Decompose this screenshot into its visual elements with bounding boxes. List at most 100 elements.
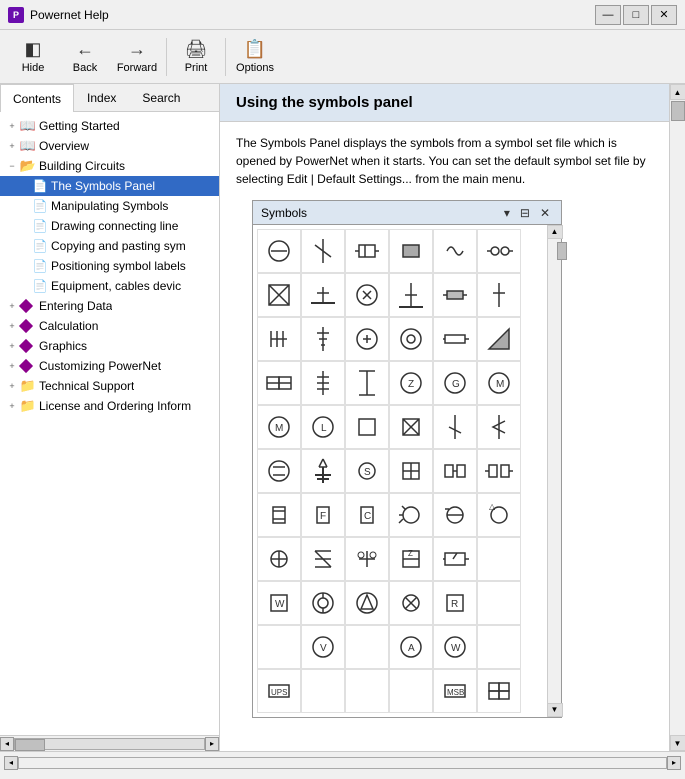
symbol-cell[interactable]	[257, 493, 301, 537]
symbol-cell[interactable]	[345, 405, 389, 449]
symbol-cell[interactable]	[433, 317, 477, 361]
symbols-scrollbar[interactable]: ▲ ▼	[547, 225, 561, 717]
symbol-cell[interactable]	[433, 229, 477, 273]
symbol-cell[interactable]	[433, 449, 477, 493]
symbol-cell[interactable]: Z	[389, 537, 433, 581]
symbol-cell[interactable]	[301, 229, 345, 273]
close-button[interactable]: ✕	[651, 5, 677, 25]
symbols-scroll-thumb[interactable]	[557, 242, 567, 260]
print-button[interactable]: 🖨 Print	[171, 34, 221, 80]
symbol-cell[interactable]: S	[345, 449, 389, 493]
symbol-cell[interactable]: M	[477, 361, 521, 405]
symbols-pin-btn[interactable]: ⊟	[517, 203, 533, 223]
symbol-cell[interactable]: W	[433, 625, 477, 669]
tree-item-drawing[interactable]: 📄 Drawing connecting line	[0, 216, 219, 236]
symbol-cell[interactable]	[257, 273, 301, 317]
symbol-cell[interactable]: L	[301, 405, 345, 449]
tree-item-symbols-panel[interactable]: 📄 The Symbols Panel	[0, 176, 219, 196]
tree-item-entering-data[interactable]: + Entering Data	[0, 296, 219, 316]
tree-item-graphics[interactable]: + Graphics	[0, 336, 219, 356]
symbol-cell[interactable]	[301, 449, 345, 493]
symbol-cell[interactable]	[433, 273, 477, 317]
symbol-cell[interactable]	[257, 537, 301, 581]
symbol-cell[interactable]	[301, 317, 345, 361]
symbol-cell[interactable]	[301, 581, 345, 625]
left-scrollbar[interactable]: ◂ ▸	[0, 735, 219, 751]
symbol-cell[interactable]	[257, 625, 301, 669]
right-scroll-thumb[interactable]	[671, 101, 685, 121]
scroll-left-arrow[interactable]: ◂	[0, 737, 14, 751]
status-scroll-right[interactable]: ▸	[667, 756, 681, 770]
right-scroll-down[interactable]: ▼	[670, 735, 685, 751]
back-button[interactable]: ← Back	[60, 34, 110, 80]
tree-item-technical-support[interactable]: + 📁 Technical Support	[0, 376, 219, 396]
tree-item-positioning[interactable]: 📄 Positioning symbol labels	[0, 256, 219, 276]
scroll-right-arrow[interactable]: ▸	[205, 737, 219, 751]
symbol-cell[interactable]	[389, 273, 433, 317]
symbol-cell[interactable]	[301, 537, 345, 581]
scroll-thumb[interactable]	[15, 739, 45, 751]
symbol-cell[interactable]	[477, 669, 521, 713]
right-scroll-up[interactable]: ▲	[670, 84, 685, 100]
symbol-cell[interactable]	[389, 405, 433, 449]
tree-item-copying[interactable]: 📄 Copying and pasting sym	[0, 236, 219, 256]
symbol-cell[interactable]	[433, 537, 477, 581]
symbol-cell[interactable]	[301, 669, 345, 713]
symbol-cell[interactable]	[477, 449, 521, 493]
symbol-cell[interactable]	[345, 361, 389, 405]
symbol-cell[interactable]	[477, 581, 521, 625]
symbol-cell[interactable]	[477, 405, 521, 449]
symbol-cell[interactable]: V	[301, 625, 345, 669]
right-panel-scrollbar[interactable]: ▲ ▼	[669, 84, 685, 751]
symbol-cell[interactable]	[257, 361, 301, 405]
hide-button[interactable]: ◧ Hide	[8, 34, 58, 80]
tree-item-getting-started[interactable]: + 📖 Getting Started	[0, 116, 219, 136]
symbol-cell[interactable]	[477, 317, 521, 361]
tree-item-customizing[interactable]: + Customizing PowerNet	[0, 356, 219, 376]
symbol-cell[interactable]: UPS	[257, 669, 301, 713]
symbol-cell[interactable]: R	[433, 581, 477, 625]
symbol-cell[interactable]	[389, 229, 433, 273]
tree-item-equipment[interactable]: 📄 Equipment, cables devic	[0, 276, 219, 296]
forward-button[interactable]: → Forward	[112, 34, 162, 80]
symbols-scroll-up[interactable]: ▲	[547, 225, 563, 239]
symbol-cell[interactable]: W	[257, 581, 301, 625]
tree-item-manipulating[interactable]: 📄 Manipulating Symbols	[0, 196, 219, 216]
symbol-cell[interactable]	[389, 669, 433, 713]
minimize-button[interactable]: —	[595, 5, 621, 25]
tree-item-license[interactable]: + 📁 License and Ordering Inform	[0, 396, 219, 416]
symbol-cell[interactable]	[389, 581, 433, 625]
symbol-cell[interactable]	[345, 229, 389, 273]
symbol-cell[interactable]: A	[389, 625, 433, 669]
symbol-cell[interactable]	[257, 449, 301, 493]
symbol-cell[interactable]	[257, 317, 301, 361]
symbols-scroll-down[interactable]: ▼	[547, 703, 563, 717]
symbol-cell[interactable]	[345, 273, 389, 317]
symbol-cell[interactable]	[477, 625, 521, 669]
symbol-cell[interactable]	[477, 537, 521, 581]
symbol-cell[interactable]: F	[301, 493, 345, 537]
symbol-cell[interactable]: M	[257, 405, 301, 449]
symbol-cell[interactable]: MSB	[433, 669, 477, 713]
symbol-cell[interactable]	[477, 273, 521, 317]
symbol-cell[interactable]	[433, 493, 477, 537]
symbol-cell[interactable]: △	[477, 493, 521, 537]
symbol-cell[interactable]: C	[345, 493, 389, 537]
symbols-dropdown-btn[interactable]: ▾	[501, 203, 513, 223]
symbol-cell[interactable]	[257, 229, 301, 273]
symbol-cell[interactable]	[345, 669, 389, 713]
symbol-cell[interactable]	[477, 229, 521, 273]
maximize-button[interactable]: □	[623, 5, 649, 25]
symbol-cell[interactable]	[389, 449, 433, 493]
tab-search[interactable]: Search	[129, 84, 193, 111]
symbol-cell[interactable]	[301, 361, 345, 405]
symbol-cell[interactable]: Z	[389, 361, 433, 405]
symbol-cell[interactable]	[345, 317, 389, 361]
symbol-cell[interactable]	[345, 537, 389, 581]
tab-contents[interactable]: Contents	[0, 84, 74, 112]
tab-index[interactable]: Index	[74, 84, 129, 111]
symbols-close-btn[interactable]: ✕	[537, 203, 553, 223]
symbol-cell[interactable]	[345, 581, 389, 625]
symbol-cell[interactable]	[389, 317, 433, 361]
symbol-cell[interactable]: G	[433, 361, 477, 405]
